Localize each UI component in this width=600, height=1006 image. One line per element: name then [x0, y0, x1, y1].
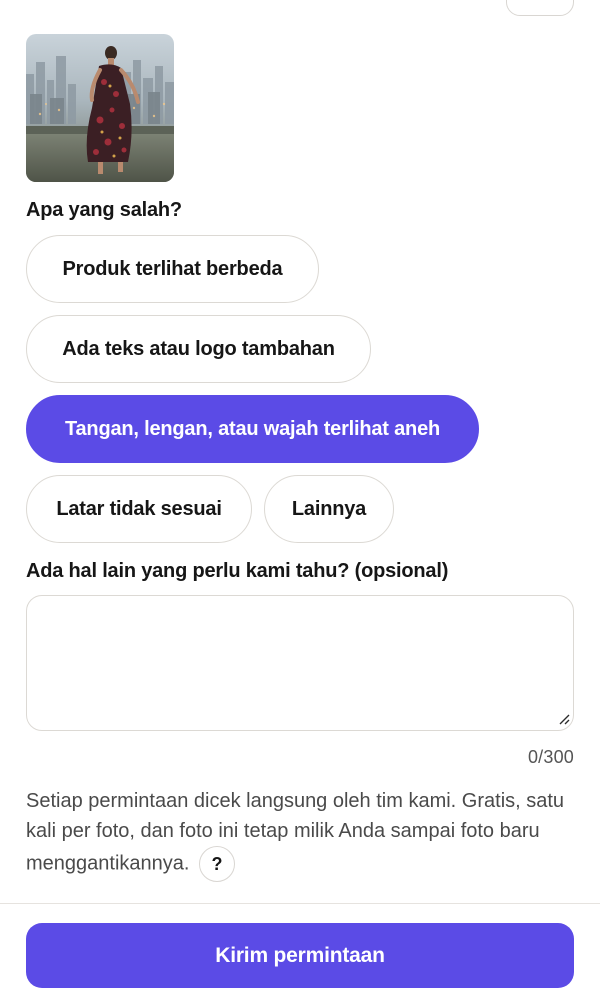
option-label: Tangan, lengan, atau wajah terlihat aneh: [64, 417, 441, 440]
option-label: Ada teks atau logo tambahan: [62, 337, 335, 360]
option-product-different[interactable]: Produk terlihat berbeda: [26, 235, 319, 303]
submit-request-button[interactable]: Kirim permintaan: [26, 923, 574, 988]
footer-divider: [0, 903, 600, 904]
character-counter: 0/300: [527, 747, 574, 767]
option-label: Lainnya: [291, 497, 367, 520]
option-other[interactable]: Lainnya: [264, 475, 394, 543]
info-text: Setiap permintaan dicek langsung oleh ti…: [26, 790, 565, 875]
product-photo: [26, 34, 174, 182]
header-pill-button[interactable]: [506, 0, 574, 16]
help-label: ?: [211, 854, 223, 874]
report-form: Apa yang salah? Produk terlihat berbeda …: [0, 0, 600, 1006]
resize-handle-icon[interactable]: [558, 713, 570, 725]
option-extra-text-logo[interactable]: Ada teks atau logo tambahan: [26, 315, 371, 383]
option-background-mismatch[interactable]: Latar tidak sesuai: [26, 475, 252, 543]
question-anything-else: Ada hal lain yang perlu kami tahu? (opsi…: [26, 560, 449, 582]
question-what-wrong: Apa yang salah?: [26, 199, 182, 221]
option-label: Produk terlihat berbeda: [62, 257, 283, 280]
option-label: Latar tidak sesuai: [56, 497, 222, 520]
notes-textarea[interactable]: [26, 595, 574, 731]
product-photo-image: [26, 34, 174, 182]
help-question-icon[interactable]: ?: [199, 846, 236, 882]
option-hands-arms-face-odd[interactable]: Tangan, lengan, atau wajah terlihat aneh: [26, 395, 479, 463]
info-note: Setiap permintaan dicek langsung oleh ti…: [26, 786, 574, 882]
